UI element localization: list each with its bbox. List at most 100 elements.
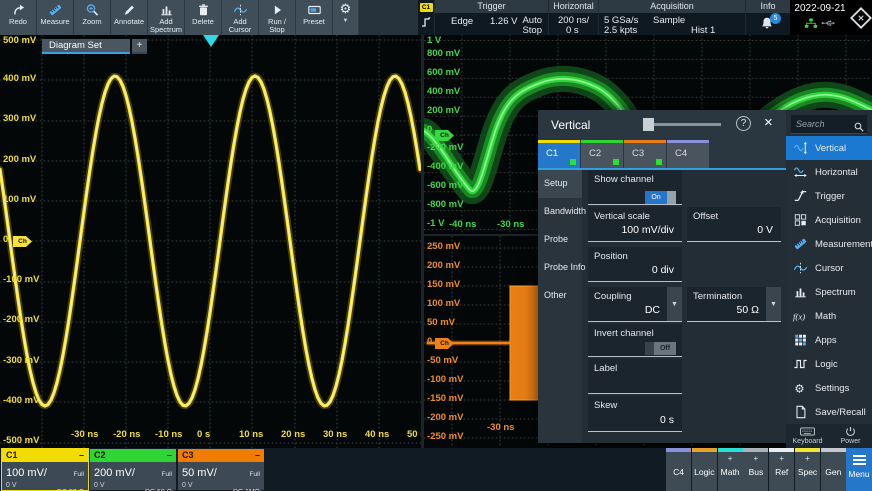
zoom-icon	[85, 3, 100, 17]
coupling-dropdown-button[interactable]: ▼	[667, 287, 682, 321]
channel-badge-c1[interactable]: C1–100 mV/FullDC 50 Ω0 V	[2, 449, 88, 490]
axis-label: -200 mV	[427, 412, 463, 423]
bus-button[interactable]: +Bus	[743, 448, 768, 491]
signal-button-label: C4	[673, 467, 684, 477]
sidebar-item-apps[interactable]: Apps	[786, 328, 872, 352]
sidebar-item-settings[interactable]: ⚙Settings	[786, 376, 872, 400]
termination-field[interactable]: Termination 50 Ω ▼	[687, 287, 781, 322]
channel-tab-c4[interactable]: C4	[667, 140, 709, 168]
info-section[interactable]: Info 5	[745, 0, 790, 35]
trigger-level: 1.26 V	[490, 16, 517, 27]
badge-minimize-button[interactable]: –	[167, 449, 172, 462]
sidebar-item-save-recall[interactable]: Save/Recall	[786, 400, 872, 424]
badge-bandwidth: Full	[162, 471, 172, 478]
sidebar-item-logic[interactable]: Logic	[786, 352, 872, 376]
badge-scale: 100 mV/	[6, 467, 47, 479]
toolbar-redo-button[interactable]: Redo	[0, 0, 37, 35]
skew-field[interactable]: Skew 0 s	[588, 396, 682, 432]
position-field[interactable]: Position 0 div	[588, 247, 682, 282]
gen-button[interactable]: Gen	[821, 448, 846, 491]
label-field[interactable]: Label	[588, 359, 682, 394]
toolbar-add-cursor-button[interactable]: Add Cursor	[222, 0, 259, 35]
badge-channel-name: C2	[94, 449, 106, 462]
sidebar-item-horizontal[interactable]: Horizontal	[786, 160, 872, 184]
diagram-tab-bar: Diagram Set +	[42, 39, 147, 54]
help-button[interactable]: ?	[736, 116, 751, 131]
axis-label: -40 ns	[449, 219, 476, 230]
channel-tab-c1[interactable]: C1	[538, 140, 580, 168]
sidebar-item-math[interactable]: f(x)Math	[786, 304, 872, 328]
keyboard-button[interactable]: Keyboard	[786, 424, 829, 448]
dialog-transparency-slider[interactable]	[643, 123, 721, 126]
date-display: 2022-09-21	[790, 0, 850, 35]
horizontal-status-section[interactable]: Horizontal 200 ns/ 0 s	[548, 0, 598, 35]
toolbar-delete-button[interactable]: Delete	[185, 0, 222, 35]
toolbar-measure-button[interactable]: Measure	[37, 0, 74, 35]
add-icon: +	[728, 454, 733, 465]
power-button[interactable]: Power	[829, 424, 872, 448]
channel-on-indicator	[570, 159, 576, 165]
trigger-status-section[interactable]: Trigger Edge 1.26 V Auto Stop	[434, 0, 548, 35]
bottom-bar: C1–100 mV/FullDC 50 Ω0 VC2–200 mV/FullDC…	[0, 448, 872, 491]
trigger-source-tag[interactable]: C1	[418, 0, 434, 35]
channel-badge-c3[interactable]: C3–50 mV/FullDC 1MΩ0 V	[178, 449, 264, 490]
dialog-tab-setup[interactable]: Setup	[538, 170, 582, 198]
show-channel-field[interactable]: Show channel On	[588, 170, 682, 205]
signal-button-label: Math	[721, 467, 740, 477]
sidebar-item-vertical[interactable]: Vertical	[786, 136, 872, 160]
termination-dropdown-button[interactable]: ▼	[766, 287, 781, 321]
vertical-scale-field[interactable]: Vertical scale 100 mV/div	[588, 207, 682, 242]
spec-button[interactable]: +Spec	[795, 448, 820, 491]
diagram-main-c1[interactable]: Diagram Set + 500 mV400 mV300 mV200 mV10…	[0, 35, 421, 448]
toolbar-preset-button[interactable]: Preset	[296, 0, 333, 35]
badge-minimize-button[interactable]: –	[255, 449, 260, 462]
dialog-tab-probe-info[interactable]: Probe Info	[538, 254, 582, 282]
toolbar-run-stop-button[interactable]: Run / Stop	[259, 0, 296, 35]
show-channel-toggle[interactable]: On	[645, 191, 676, 204]
c3-zero-marker[interactable]: Ch	[435, 338, 454, 349]
dialog-tab-probe[interactable]: Probe	[538, 226, 582, 254]
coupling-field[interactable]: Coupling DC ▼	[588, 287, 682, 322]
close-button[interactable]: ×	[764, 114, 773, 131]
axis-label: 250 mV	[427, 241, 460, 252]
toolbar-annotate-button[interactable]: Annotate	[111, 0, 148, 35]
menu-button[interactable]: Menu	[846, 448, 872, 491]
logic-button[interactable]: Logic	[692, 448, 717, 491]
add-diagram-tab-button[interactable]: +	[132, 39, 147, 54]
axis-label: 0	[427, 124, 432, 135]
badge-minimize-button[interactable]: –	[79, 449, 84, 462]
diagram-set-tab[interactable]: Diagram Set	[42, 39, 130, 54]
toolbar-zoom-button[interactable]: Zoom	[74, 0, 111, 35]
c1-zero-marker[interactable]: Ch	[13, 236, 32, 247]
cursor-icon	[793, 261, 808, 275]
sidebar-item-acquisition[interactable]: Acquisition	[786, 208, 872, 232]
c2-zero-marker[interactable]: Ch	[435, 130, 454, 141]
fx-icon: f(x)	[793, 309, 808, 323]
toolbar-add-spectrum-button[interactable]: Add Spectrum	[148, 0, 185, 35]
axis-label: 200 mV	[427, 260, 460, 271]
toolbar-button-label: Preset	[303, 18, 325, 26]
math-button[interactable]: + Math	[718, 448, 743, 491]
channel-badge-c2[interactable]: C2–200 mV/FullDC 50 Ω0 V	[90, 449, 176, 490]
ref-button[interactable]: +Ref	[769, 448, 794, 491]
trigger-position-marker[interactable]	[203, 35, 219, 47]
dialog-header[interactable]: Vertical ? ×	[538, 110, 786, 140]
sidebar-item-cursor[interactable]: Cursor	[786, 256, 872, 280]
sidebar-item-label: Horizontal	[815, 167, 858, 178]
acq-icon	[793, 213, 808, 227]
axis-label: -50 mV	[427, 355, 458, 366]
acquisition-status-section[interactable]: Acquisition 5 GSa/s 2.5 kpts Sample Hist…	[598, 0, 745, 35]
settings-menu-button[interactable]: ⚙▼	[333, 0, 359, 35]
channel-tab-c2[interactable]: C2	[581, 140, 623, 168]
channel-tab-c3[interactable]: C3	[624, 140, 666, 168]
sidebar-item-spectrum[interactable]: Spectrum	[786, 280, 872, 304]
invert-channel-field[interactable]: Invert channel Off	[588, 324, 682, 357]
offset-field[interactable]: Offset 0 V	[687, 207, 781, 242]
invert-channel-toggle[interactable]: Off	[645, 342, 676, 355]
c4-button[interactable]: C4	[666, 448, 691, 491]
sidebar-item-measurement[interactable]: Measurement	[786, 232, 872, 256]
sidebar-item-trigger[interactable]: Trigger	[786, 184, 872, 208]
search-input[interactable]	[791, 115, 867, 134]
dialog-tab-other[interactable]: Other	[538, 282, 582, 310]
dialog-tab-bandwidth[interactable]: Bandwidth	[538, 198, 582, 226]
